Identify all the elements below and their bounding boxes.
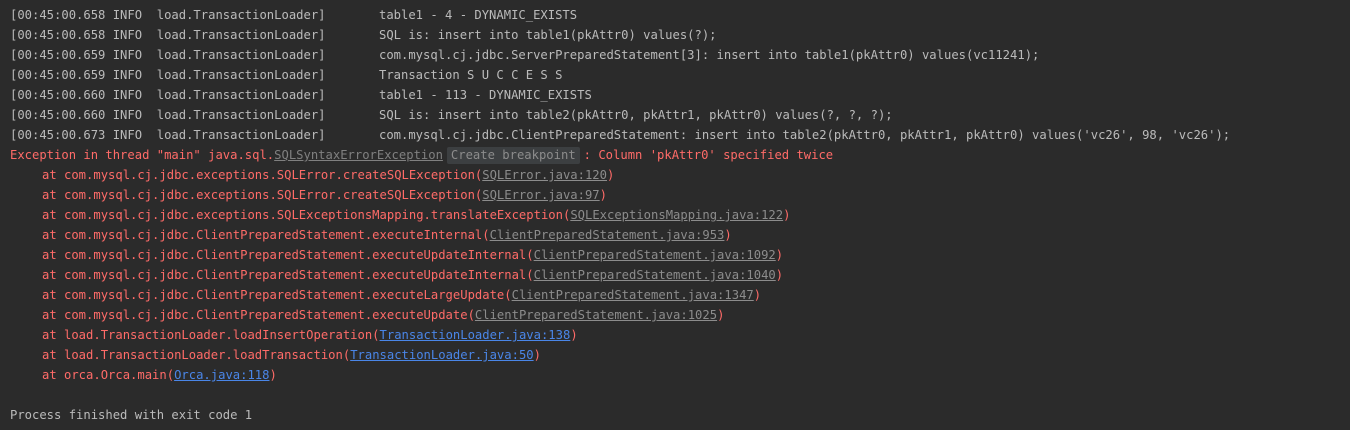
frame-method: at com.mysql.cj.jdbc.ClientPreparedState…: [42, 248, 534, 262]
frame-close-paren: ): [607, 168, 615, 182]
frame-method: at com.mysql.cj.jdbc.ClientPreparedState…: [42, 228, 490, 242]
log-message: table1 - 4 - DYNAMIC_EXISTS: [379, 8, 578, 22]
frame-source-link[interactable]: ClientPreparedStatement.java:1092: [534, 248, 776, 262]
frame-close-paren: ): [775, 248, 784, 262]
frame-close-paren: ): [533, 348, 541, 362]
frame-source-link[interactable]: ClientPreparedStatement.java:1025: [475, 308, 717, 322]
exception-message: : Column 'pkAttr0' specified twice: [583, 148, 834, 162]
log-line: [00:45:00.658 INFO load.TransactionLoade…: [10, 25, 1350, 45]
stack-frame: at load.TransactionLoader.loadTransactio…: [10, 345, 1350, 365]
log-prefix: [00:45:00.673 INFO load.TransactionLoade…: [10, 128, 326, 142]
frame-close-paren: ): [783, 208, 791, 222]
frame-close-paren: ): [724, 228, 732, 242]
frame-close-paren: ): [269, 368, 277, 382]
frame-method: at com.mysql.cj.jdbc.ClientPreparedState…: [42, 308, 475, 322]
log-message: SQL is: insert into table2(pkAttr0, pkAt…: [379, 108, 893, 122]
frame-method: at com.mysql.cj.jdbc.exceptions.SQLError…: [42, 168, 483, 182]
log-message: SQL is: insert into table1(pkAttr0) valu…: [379, 28, 717, 42]
log-prefix: [00:45:00.659 INFO load.TransactionLoade…: [10, 48, 326, 62]
frame-source-link[interactable]: ClientPreparedStatement.java:953: [490, 228, 725, 242]
log-prefix: [00:45:00.659 INFO load.TransactionLoade…: [10, 68, 326, 82]
process-exit-message: Process finished with exit code 1: [10, 408, 253, 422]
log-message: Transaction S U C C E S S: [379, 68, 563, 82]
stack-frame: at orca.Orca.main(Orca.java:118): [10, 365, 1350, 385]
console-lines: [00:45:00.658 INFO load.TransactionLoade…: [10, 5, 1350, 425]
log-message: table1 - 113 - DYNAMIC_EXISTS: [379, 88, 592, 102]
frame-source-link[interactable]: ClientPreparedStatement.java:1347: [512, 288, 754, 302]
log-prefix: [00:45:00.658 INFO load.TransactionLoade…: [10, 8, 326, 22]
log-line: [00:45:00.659 INFO load.TransactionLoade…: [10, 45, 1350, 65]
console-output[interactable]: [00:45:00.658 INFO load.TransactionLoade…: [0, 0, 1350, 430]
stack-frame: at com.mysql.cj.jdbc.exceptions.SQLError…: [10, 185, 1350, 205]
log-message: com.mysql.cj.jdbc.ClientPreparedStatemen…: [379, 128, 1231, 142]
exception-line: Exception in thread "main" java.sql.SQLS…: [10, 145, 1350, 165]
log-line: [00:45:00.673 INFO load.TransactionLoade…: [10, 125, 1350, 145]
frame-source-link[interactable]: SQLExceptionsMapping.java:122: [570, 208, 783, 222]
frame-method: at com.mysql.cj.jdbc.exceptions.SQLExcep…: [42, 208, 571, 222]
log-line: [00:45:00.659 INFO load.TransactionLoade…: [10, 65, 1350, 85]
frame-method: at com.mysql.cj.jdbc.ClientPreparedState…: [42, 268, 534, 282]
frame-method: at load.TransactionLoader.loadTransactio…: [42, 348, 351, 362]
stack-frame: at com.mysql.cj.jdbc.exceptions.SQLError…: [10, 165, 1350, 185]
stack-frame: at com.mysql.cj.jdbc.ClientPreparedState…: [10, 245, 1350, 265]
frame-source-link[interactable]: ClientPreparedStatement.java:1040: [534, 268, 776, 282]
stack-frame: at com.mysql.cj.jdbc.exceptions.SQLExcep…: [10, 205, 1350, 225]
create-breakpoint-button[interactable]: Create breakpoint: [446, 147, 580, 164]
log-prefix: [00:45:00.658 INFO load.TransactionLoade…: [10, 28, 326, 42]
frame-close-paren: ): [775, 268, 784, 282]
log-line: [00:45:00.660 INFO load.TransactionLoade…: [10, 85, 1350, 105]
frame-source-link[interactable]: Orca.java:118: [174, 368, 269, 382]
frame-method: at load.TransactionLoader.loadInsertOper…: [42, 328, 380, 342]
frame-method: at com.mysql.cj.jdbc.exceptions.SQLError…: [42, 188, 483, 202]
exception-class-link[interactable]: SQLSyntaxErrorException: [274, 148, 443, 162]
stack-frame: at com.mysql.cj.jdbc.ClientPreparedState…: [10, 265, 1350, 285]
log-line: [00:45:00.658 INFO load.TransactionLoade…: [10, 5, 1350, 25]
log-line: [00:45:00.660 INFO load.TransactionLoade…: [10, 105, 1350, 125]
log-prefix: [00:45:00.660 INFO load.TransactionLoade…: [10, 88, 326, 102]
log-message: com.mysql.cj.jdbc.ServerPreparedStatemen…: [379, 48, 1040, 62]
exception-prefix: Exception in thread "main" java.sql.: [10, 148, 275, 162]
log-prefix: [00:45:00.660 INFO load.TransactionLoade…: [10, 108, 326, 122]
frame-close-paren: ): [570, 328, 578, 342]
frame-method: at com.mysql.cj.jdbc.ClientPreparedState…: [42, 288, 512, 302]
frame-source-link[interactable]: SQLError.java:97: [482, 188, 599, 202]
frame-method: at orca.Orca.main(: [42, 368, 175, 382]
stack-frame: at com.mysql.cj.jdbc.ClientPreparedState…: [10, 285, 1350, 305]
frame-close-paren: ): [717, 308, 725, 322]
frame-source-link[interactable]: TransactionLoader.java:50: [350, 348, 533, 362]
stack-frame: at com.mysql.cj.jdbc.ClientPreparedState…: [10, 305, 1350, 325]
frame-source-link[interactable]: SQLError.java:120: [482, 168, 607, 182]
frame-close-paren: ): [753, 288, 762, 302]
stack-frame: at load.TransactionLoader.loadInsertOper…: [10, 325, 1350, 345]
frame-source-link[interactable]: TransactionLoader.java:138: [380, 328, 571, 342]
frame-close-paren: ): [599, 188, 607, 202]
stack-frame: at com.mysql.cj.jdbc.ClientPreparedState…: [10, 225, 1350, 245]
